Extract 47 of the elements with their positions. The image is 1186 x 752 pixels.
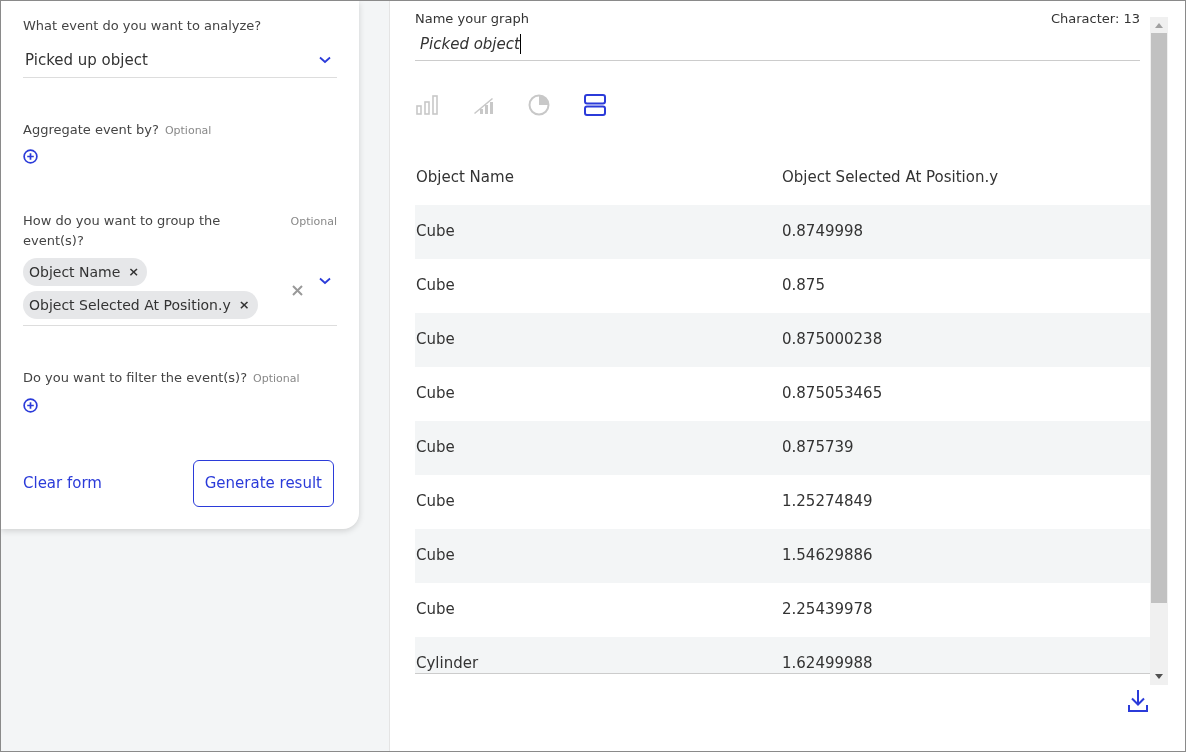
- table-cell-text: Cube: [415, 275, 456, 297]
- clear-form-link[interactable]: Clear form: [23, 471, 102, 495]
- table-cell-text: Cube: [415, 599, 456, 621]
- table-cell-text: 1.25274849: [781, 491, 874, 513]
- table-cell-text: Cube: [415, 221, 456, 243]
- table-cell-text: Cube: [415, 329, 456, 351]
- optional-label: Optional: [164, 122, 212, 139]
- add-icon[interactable]: [23, 397, 38, 413]
- table-cell-text: 0.875000238: [781, 329, 884, 351]
- dropdown-chevron-icon[interactable]: [319, 276, 331, 285]
- table-cell-text: Cube: [415, 383, 456, 405]
- question-label: Do you want to filter the event(s)?: [23, 369, 248, 387]
- scroll-down-icon[interactable]: [1155, 673, 1163, 679]
- table-cell-text: 0.875053465: [781, 383, 884, 405]
- remove-chip-button[interactable]: ×: [238, 295, 250, 315]
- table-cell-text: Cube: [415, 437, 456, 459]
- character-count: Character: 13: [1051, 10, 1140, 28]
- scrollbar[interactable]: [1150, 16, 1168, 685]
- table-cell-text: Cube: [415, 545, 456, 567]
- event-select[interactable]: Picked up object: [23, 43, 337, 78]
- column-header: Object Selected At Position.y: [781, 167, 1000, 189]
- graph-name-input[interactable]: Picked object: [415, 28, 1140, 61]
- table-cell-text: 1.54629886: [781, 545, 874, 567]
- column-header: Object Name: [415, 167, 515, 189]
- table-cell-text: 0.8749998: [781, 221, 865, 243]
- remove-chip-button[interactable]: ×: [128, 262, 140, 282]
- question-label: What event do you want to analyze?: [23, 17, 262, 35]
- question-label: How do you want to group the event(s)?: [23, 212, 222, 250]
- dropdown-chevron-icon[interactable]: [319, 56, 331, 64]
- generate-result-button[interactable]: Generate result: [192, 459, 334, 507]
- graph-name-label: Name your graph: [415, 10, 529, 28]
- scrollbar-thumb[interactable]: [1151, 32, 1167, 603]
- group-chip[interactable]: Object Selected At Position.y ×: [23, 291, 258, 319]
- optional-label: Optional: [253, 371, 300, 387]
- table-cell-text: 0.875: [781, 275, 826, 297]
- table-cell-text: Cylinder: [415, 653, 480, 673]
- optional-label: Optional: [290, 214, 337, 230]
- rows-icon[interactable]: [583, 92, 607, 117]
- download-icon[interactable]: [1127, 688, 1149, 713]
- clear-icon[interactable]: [292, 285, 303, 296]
- table-cell-text: 2.25439978: [781, 599, 874, 621]
- group-chip[interactable]: Object Name ×: [23, 258, 148, 286]
- question-label: Aggregate event by?: [23, 120, 159, 139]
- table-cell-text: 1.62499988: [781, 653, 874, 673]
- table-cell-text: Cube: [415, 491, 456, 513]
- add-icon[interactable]: [23, 149, 38, 164]
- table-cell-text: 0.875739: [781, 437, 855, 459]
